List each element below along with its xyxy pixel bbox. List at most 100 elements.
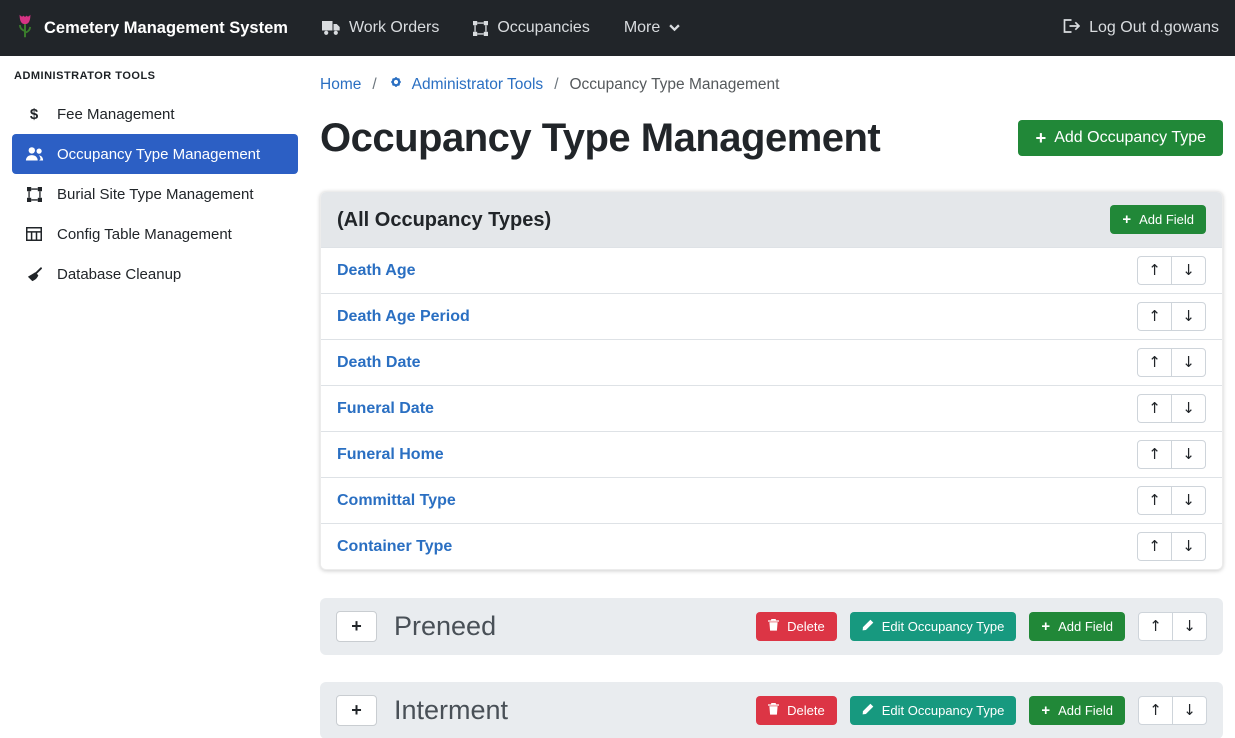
arrow-down-icon: ↓ [1182, 355, 1195, 370]
main-content: Home / Administrator Tools / Occupancy T… [308, 56, 1235, 738]
move-down-button[interactable]: ↓ [1171, 532, 1206, 561]
move-down-button[interactable]: ↓ [1171, 348, 1206, 377]
breadcrumb-home-link[interactable]: Home [320, 76, 361, 94]
move-up-button[interactable]: ↑ [1137, 394, 1172, 423]
add-field-button[interactable]: + Add Field [1110, 205, 1206, 234]
move-down-button[interactable]: ↓ [1171, 486, 1206, 515]
reorder-group: ↑ ↓ [1137, 440, 1206, 469]
edit-occupancy-type-label: Edit Occupancy Type [882, 703, 1005, 718]
field-link[interactable]: Death Date [337, 354, 421, 372]
move-up-button[interactable]: ↑ [1137, 440, 1172, 469]
move-up-button[interactable]: ↑ [1137, 532, 1172, 561]
arrow-up-icon: ↑ [1149, 619, 1162, 634]
move-up-button[interactable]: ↑ [1137, 486, 1172, 515]
move-down-button[interactable]: ↓ [1171, 394, 1206, 423]
expand-button[interactable]: + [336, 611, 377, 642]
arrow-down-icon: ↓ [1183, 703, 1196, 718]
broom-icon [24, 267, 44, 282]
move-up-button[interactable]: ↑ [1137, 302, 1172, 331]
logout-link[interactable]: Log Out d.gowans [1063, 19, 1219, 38]
sidebar-item-config-table-management[interactable]: Config Table Management [12, 214, 298, 254]
trash-icon [768, 619, 779, 634]
add-occupancy-type-label: Add Occupancy Type [1054, 129, 1206, 147]
nav-occupancies[interactable]: Occupancies [473, 19, 590, 37]
plus-icon: + [351, 700, 362, 721]
sidebar-item-database-cleanup[interactable]: Database Cleanup [12, 254, 298, 294]
sidebar-heading: Administrator Tools [14, 70, 298, 82]
arrow-down-icon: ↓ [1183, 619, 1196, 634]
move-down-button[interactable]: ↓ [1172, 696, 1207, 725]
field-row: Death Age Period ↑ ↓ [321, 293, 1222, 339]
field-link[interactable]: Death Age Period [337, 308, 470, 326]
section-title: Interment [394, 695, 756, 726]
move-up-button[interactable]: ↑ [1138, 696, 1173, 725]
sidebar-item-fee-management[interactable]: $ Fee Management [12, 94, 298, 134]
page-header: Occupancy Type Management + Add Occupanc… [320, 111, 1223, 165]
arrow-down-icon: ↓ [1182, 401, 1195, 416]
page-title: Occupancy Type Management [320, 111, 880, 165]
plus-icon: + [351, 616, 362, 637]
field-link[interactable]: Container Type [337, 538, 452, 556]
trash-icon [768, 703, 779, 718]
breadcrumb-separator: / [372, 76, 376, 94]
admin-tools-sidebar: Administrator Tools $ Fee Management Occ… [0, 56, 308, 738]
app-brand[interactable]: Cemetery Management System [16, 13, 288, 44]
field-row: Funeral Home ↑ ↓ [321, 431, 1222, 477]
field-link[interactable]: Funeral Date [337, 400, 434, 418]
breadcrumb-separator: / [554, 76, 558, 94]
edit-occupancy-type-label: Edit Occupancy Type [882, 619, 1005, 634]
all-occupancy-types-header: (All Occupancy Types) + Add Field [321, 192, 1222, 247]
navbar-links: Work Orders Occupancies More [322, 19, 1063, 37]
move-up-button[interactable]: ↑ [1137, 256, 1172, 285]
add-occupancy-type-button[interactable]: + Add Occupancy Type [1018, 120, 1223, 156]
delete-button[interactable]: Delete [756, 696, 837, 725]
edit-occupancy-type-button[interactable]: Edit Occupancy Type [850, 612, 1017, 641]
sidebar-item-occupancy-type-management[interactable]: Occupancy Type Management [12, 134, 298, 174]
arrow-down-icon: ↓ [1182, 539, 1195, 554]
field-row: Death Date ↑ ↓ [321, 339, 1222, 385]
arrow-up-icon: ↑ [1148, 401, 1161, 416]
breadcrumb: Home / Administrator Tools / Occupancy T… [320, 74, 1223, 95]
logout-label: Log Out d.gowans [1089, 19, 1219, 37]
sidebar-item-label: Burial Site Type Management [57, 186, 254, 203]
field-link[interactable]: Funeral Home [337, 446, 444, 464]
field-row: Container Type ↑ ↓ [321, 523, 1222, 569]
add-field-button[interactable]: + Add Field [1029, 612, 1125, 641]
arrow-up-icon: ↑ [1148, 263, 1161, 278]
burial-site-icon [24, 187, 44, 202]
add-field-button[interactable]: + Add Field [1029, 696, 1125, 725]
sidebar-item-label: Occupancy Type Management [57, 146, 260, 163]
table-icon [24, 227, 44, 241]
plus-icon: + [1035, 130, 1046, 147]
vector-square-icon [473, 21, 488, 36]
move-up-button[interactable]: ↑ [1138, 612, 1173, 641]
nav-more[interactable]: More [624, 19, 680, 37]
field-link[interactable]: Committal Type [337, 492, 456, 510]
expand-button[interactable]: + [336, 695, 377, 726]
all-occupancy-types-card: (All Occupancy Types) + Add Field Death … [320, 191, 1223, 570]
breadcrumb-admin-tools-link[interactable]: Administrator Tools [388, 74, 544, 95]
arrow-up-icon: ↑ [1148, 355, 1161, 370]
nav-work-orders-label: Work Orders [349, 19, 439, 37]
move-down-button[interactable]: ↓ [1171, 440, 1206, 469]
field-link[interactable]: Death Age [337, 262, 416, 280]
section-title: Preneed [394, 611, 756, 642]
move-up-button[interactable]: ↑ [1137, 348, 1172, 377]
move-down-button[interactable]: ↓ [1171, 256, 1206, 285]
edit-occupancy-type-button[interactable]: Edit Occupancy Type [850, 696, 1017, 725]
sidebar-item-burial-site-type-management[interactable]: Burial Site Type Management [12, 174, 298, 214]
truck-icon [322, 21, 340, 35]
field-row: Funeral Date ↑ ↓ [321, 385, 1222, 431]
arrow-down-icon: ↓ [1182, 263, 1195, 278]
occupancy-type-section-interment: + Interment Delete [320, 682, 1223, 738]
add-field-label: Add Field [1139, 212, 1194, 227]
reorder-group: ↑ ↓ [1137, 394, 1206, 423]
field-row: Committal Type ↑ ↓ [321, 477, 1222, 523]
nav-more-label: More [624, 19, 660, 37]
sidebar-item-label: Fee Management [57, 106, 175, 123]
move-down-button[interactable]: ↓ [1172, 612, 1207, 641]
delete-button[interactable]: Delete [756, 612, 837, 641]
gear-icon [388, 74, 404, 95]
move-down-button[interactable]: ↓ [1171, 302, 1206, 331]
nav-work-orders[interactable]: Work Orders [322, 19, 439, 37]
